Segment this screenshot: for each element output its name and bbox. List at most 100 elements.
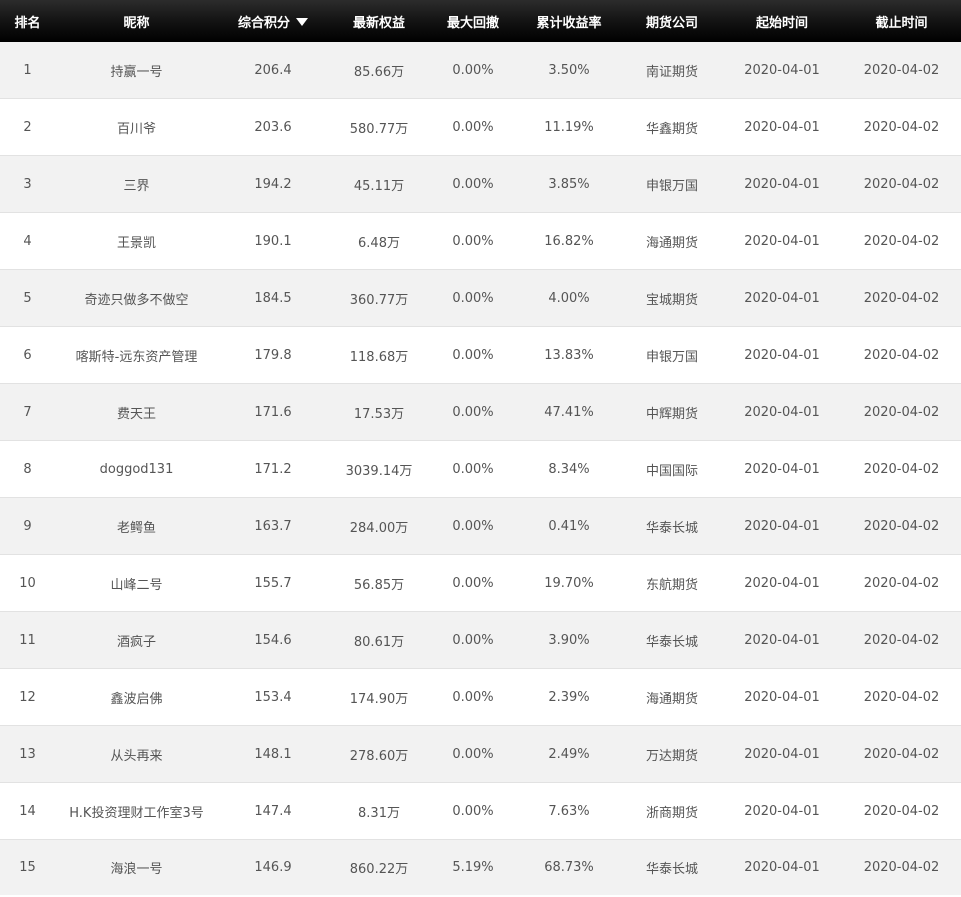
header-row: 排名 昵称 综合积分 最新权益 最大回撤 累计收益率 期货公司 起始时间 截止时…	[0, 0, 961, 42]
column-header-return[interactable]: 累计收益率	[516, 0, 622, 42]
cell-drawdown: 0.00%	[430, 611, 516, 669]
cell-score: 190.1	[218, 212, 328, 270]
cell-drawdown: 0.00%	[430, 326, 516, 384]
cell-company: 申银万国	[622, 155, 722, 213]
cell-drawdown: 0.00%	[430, 212, 516, 270]
cell-rank: 6	[0, 326, 55, 384]
cell-rank: 14	[0, 782, 55, 840]
column-header-return-label: 累计收益率	[536, 15, 602, 31]
column-header-equity-label: 最新权益	[352, 15, 405, 31]
column-header-start-label: 起始时间	[755, 15, 808, 31]
cell-score: 184.5	[218, 269, 328, 327]
cell-company: 海通期货	[622, 212, 722, 270]
cell-rank: 8	[0, 440, 55, 498]
cell-drawdown: 0.00%	[430, 269, 516, 327]
table-row[interactable]: 4 王景凯 190.1 6.48万 0.00% 16.82% 海通期货 2020-04-01 2…	[0, 212, 961, 270]
cell-nickname: 三界	[55, 155, 218, 213]
cell-start: 2020-04-01	[722, 326, 842, 384]
column-header-rank-label: 排名	[14, 15, 41, 31]
cell-return: 2.39%	[516, 668, 622, 726]
table-row[interactable]: 6 喀斯特-远东资产管理 179.8 118.68万 0.00% 13.83% 申银万国 20…	[0, 326, 961, 384]
table-body: 1 持赢一号 206.4 85.66万 0.00% 3.50% 南证期货 2020-04-01…	[0, 42, 961, 895]
column-header-score[interactable]: 综合积分	[218, 0, 328, 42]
cell-end: 2020-04-02	[842, 42, 961, 99]
cell-return: 3.50%	[516, 42, 622, 99]
cell-drawdown: 0.00%	[430, 98, 516, 156]
table-row[interactable]: 7 费天王 171.6 17.53万 0.00% 47.41% 中辉期货 2020-04-01…	[0, 383, 961, 441]
cell-score: 203.6	[218, 98, 328, 156]
cell-start: 2020-04-01	[722, 155, 842, 213]
cell-rank: 4	[0, 212, 55, 270]
cell-equity: 860.22万	[328, 839, 430, 895]
table-row[interactable]: 10 山峰二号 155.7 56.85万 0.00% 19.70% 东航期货 2020-04-…	[0, 554, 961, 612]
cell-end: 2020-04-02	[842, 98, 961, 156]
cell-company: 中辉期货	[622, 383, 722, 441]
cell-end: 2020-04-02	[842, 782, 961, 840]
cell-rank: 3	[0, 155, 55, 213]
cell-equity: 8.31万	[328, 782, 430, 840]
cell-start: 2020-04-01	[722, 440, 842, 498]
cell-company: 华泰长城	[622, 839, 722, 895]
cell-drawdown: 5.19%	[430, 839, 516, 895]
table-row[interactable]: 3 三界 194.2 45.11万 0.00% 3.85% 申银万国 2020-04-01 20…	[0, 155, 961, 213]
cell-company: 东航期货	[622, 554, 722, 612]
cell-company: 华泰长城	[622, 497, 722, 555]
cell-return: 3.90%	[516, 611, 622, 669]
cell-nickname: 持赢一号	[55, 42, 218, 99]
cell-start: 2020-04-01	[722, 269, 842, 327]
cell-return: 19.70%	[516, 554, 622, 612]
cell-company: 申银万国	[622, 326, 722, 384]
cell-drawdown: 0.00%	[430, 497, 516, 555]
column-header-company[interactable]: 期货公司	[622, 0, 722, 42]
table-row[interactable]: 12 鑫波启佛 153.4 174.90万 0.00% 2.39% 海通期货 2020-04-…	[0, 668, 961, 726]
cell-nickname: 鑫波启佛	[55, 668, 218, 726]
column-header-rank[interactable]: 排名	[0, 0, 55, 42]
cell-nickname: 王景凯	[55, 212, 218, 270]
table-row[interactable]: 5 奇迹只做多不做空 184.5 360.77万 0.00% 4.00% 宝城期货 2020-…	[0, 269, 961, 327]
cell-start: 2020-04-01	[722, 554, 842, 612]
cell-start: 2020-04-01	[722, 668, 842, 726]
sort-desc-icon[interactable]	[296, 17, 308, 26]
cell-score: 206.4	[218, 42, 328, 99]
cell-nickname: 海浪一号	[55, 839, 218, 895]
cell-drawdown: 0.00%	[430, 383, 516, 441]
cell-return: 8.34%	[516, 440, 622, 498]
cell-rank: 11	[0, 611, 55, 669]
cell-start: 2020-04-01	[722, 497, 842, 555]
cell-equity: 45.11万	[328, 155, 430, 213]
cell-return: 16.82%	[516, 212, 622, 270]
column-header-drawdown[interactable]: 最大回撤	[430, 0, 516, 42]
table-row[interactable]: 11 酒疯子 154.6 80.61万 0.00% 3.90% 华泰长城 2020-04-01…	[0, 611, 961, 669]
cell-company: 海通期货	[622, 668, 722, 726]
table-row[interactable]: 2 百川爷 203.6 580.77万 0.00% 11.19% 华鑫期货 2020-04-0…	[0, 98, 961, 156]
cell-start: 2020-04-01	[722, 212, 842, 270]
cell-return: 7.63%	[516, 782, 622, 840]
cell-rank: 9	[0, 497, 55, 555]
cell-end: 2020-04-02	[842, 725, 961, 783]
table-row[interactable]: 8 doggod131 171.2 3039.14万 0.00% 8.34% 中国国际 202…	[0, 440, 961, 498]
cell-start: 2020-04-01	[722, 611, 842, 669]
cell-equity: 80.61万	[328, 611, 430, 669]
cell-end: 2020-04-02	[842, 383, 961, 441]
column-header-nickname-label: 昵称	[123, 15, 150, 31]
table-row[interactable]: 9 老鳄鱼 163.7 284.00万 0.00% 0.41% 华泰长城 2020-04-01…	[0, 497, 961, 555]
cell-return: 0.41%	[516, 497, 622, 555]
table-row[interactable]: 1 持赢一号 206.4 85.66万 0.00% 3.50% 南证期货 2020-04-01…	[0, 42, 961, 99]
table-row[interactable]: 13 从头再来 148.1 278.60万 0.00% 2.49% 万达期货 2020-04-…	[0, 725, 961, 783]
cell-score: 147.4	[218, 782, 328, 840]
column-header-end-label: 截止时间	[875, 15, 928, 31]
table-row[interactable]: 14 H.K投资理财工作室3号 147.4 8.31万 0.00% 7.63% 浙商期货 20…	[0, 782, 961, 840]
cell-equity: 580.77万	[328, 98, 430, 156]
column-header-equity[interactable]: 最新权益	[328, 0, 430, 42]
column-header-score-label: 综合积分	[237, 15, 290, 31]
column-header-nickname[interactable]: 昵称	[55, 0, 218, 42]
cell-drawdown: 0.00%	[430, 155, 516, 213]
column-header-start[interactable]: 起始时间	[722, 0, 842, 42]
cell-company: 华鑫期货	[622, 98, 722, 156]
ranking-table: 排名 昵称 综合积分 最新权益 最大回撤 累计收益率 期货公司 起始时间 截止时…	[0, 0, 961, 895]
cell-nickname: 喀斯特-远东资产管理	[55, 326, 218, 384]
column-header-end[interactable]: 截止时间	[842, 0, 961, 42]
cell-company: 南证期货	[622, 42, 722, 99]
cell-nickname: H.K投资理财工作室3号	[55, 782, 218, 840]
table-row[interactable]: 15 海浪一号 146.9 860.22万 5.19% 68.73% 华泰长城 2020-04…	[0, 839, 961, 895]
